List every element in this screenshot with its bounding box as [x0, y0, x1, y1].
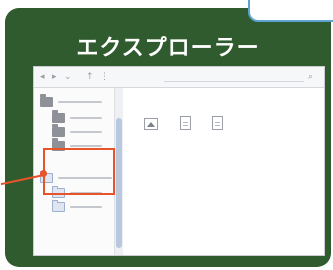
panel-title: エクスプローラー	[76, 36, 260, 61]
scroll-thumb[interactable]	[116, 118, 122, 248]
scrollbar[interactable]	[114, 88, 123, 255]
forward-icon[interactable]: ▸	[52, 71, 57, 83]
callout-dot	[40, 170, 47, 177]
chevron-down-icon[interactable]: ⌄	[64, 71, 72, 83]
tree-item[interactable]	[38, 110, 112, 124]
address-bar[interactable]	[164, 72, 304, 82]
speech-bubble	[248, 0, 333, 22]
more-icon[interactable]: ⋮	[100, 71, 109, 83]
tree-item[interactable]	[38, 124, 112, 138]
tree-item-label	[70, 117, 102, 119]
toolbar: ◂ ▸ ⌄ ↑ ⋮ ⌕	[34, 67, 324, 88]
tree-item[interactable]	[38, 94, 112, 108]
tree-item-label	[70, 131, 102, 133]
folder-icon	[52, 124, 65, 137]
up-icon[interactable]: ↑	[86, 71, 94, 83]
folder-icon	[52, 110, 65, 123]
document-file-icon[interactable]	[180, 116, 191, 130]
content-pane	[123, 88, 324, 255]
folder-light-icon	[52, 200, 65, 212]
document-file-icon[interactable]	[212, 116, 223, 130]
image-file-icon[interactable]	[144, 118, 158, 130]
tree-item-label	[70, 145, 102, 147]
folder-icon	[40, 94, 53, 107]
tree-item-label	[70, 206, 102, 208]
navigation-pane-highlight	[43, 148, 115, 195]
tree-item[interactable]	[38, 200, 112, 213]
search-icon[interactable]: ⌕	[308, 71, 313, 83]
back-icon[interactable]: ◂	[40, 71, 45, 83]
tree-item-label	[58, 101, 102, 103]
